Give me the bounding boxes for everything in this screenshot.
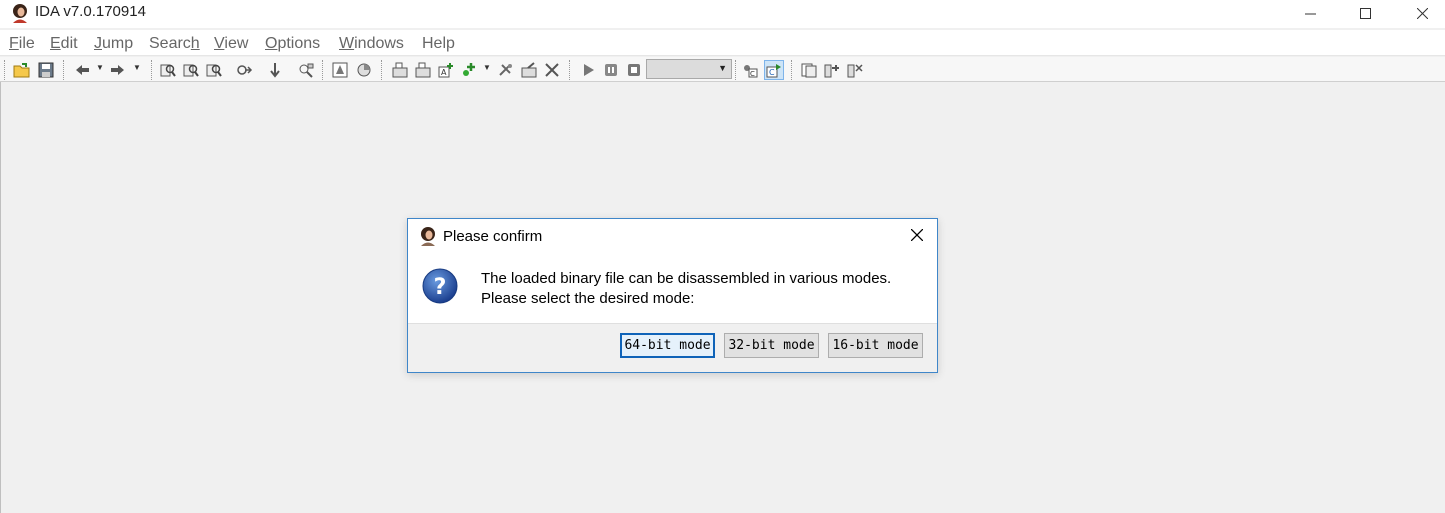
view-graph-icon[interactable] bbox=[296, 60, 316, 80]
svg-text:C: C bbox=[769, 68, 775, 77]
title-bar: IDA v7.0.170914 bbox=[0, 0, 1445, 28]
debugger-icon[interactable]: C bbox=[740, 60, 760, 80]
attach-icon[interactable] bbox=[822, 60, 842, 80]
toolbar-separator bbox=[735, 60, 737, 80]
dialog-close-button[interactable] bbox=[907, 225, 927, 245]
minimize-button[interactable] bbox=[1287, 0, 1333, 26]
jump-down-icon[interactable] bbox=[265, 60, 285, 80]
add-enum-icon[interactable] bbox=[496, 60, 516, 80]
svg-text:?: ? bbox=[434, 275, 447, 300]
add-segment-icon[interactable]: A bbox=[436, 60, 456, 80]
toolbar-separator bbox=[322, 60, 324, 80]
debugger-select[interactable]: ▼ bbox=[646, 59, 732, 79]
menu-help[interactable]: Help bbox=[422, 35, 455, 53]
menu-bar: File Edit Jump Search View Options Windo… bbox=[0, 30, 1445, 56]
stack-icon[interactable] bbox=[390, 60, 410, 80]
dialog-title: Please confirm bbox=[443, 228, 543, 245]
maximize-button[interactable] bbox=[1342, 0, 1388, 26]
16-bit-mode-button[interactable]: 16-bit mode bbox=[828, 333, 923, 358]
save-icon[interactable] bbox=[36, 60, 56, 80]
menu-view[interactable]: View bbox=[214, 35, 248, 53]
toolbar-separator bbox=[569, 60, 571, 80]
menu-file[interactable]: File bbox=[9, 35, 35, 53]
confirm-dialog: Please confirm ? The loaded binary file … bbox=[407, 218, 938, 373]
workspace-border bbox=[0, 82, 2, 513]
question-icon: ? bbox=[422, 268, 458, 304]
minimize-icon bbox=[1304, 13, 1316, 14]
back-arrow-icon[interactable] bbox=[72, 60, 92, 80]
code-c-icon[interactable]: C bbox=[764, 60, 784, 80]
window-title: IDA v7.0.170914 bbox=[35, 3, 146, 20]
dialog-message-line1: The loaded binary file can be disassembl… bbox=[481, 270, 892, 287]
back-dropdown-icon[interactable]: ▼ bbox=[96, 63, 104, 72]
add-struct-icon[interactable] bbox=[459, 60, 479, 80]
chevron-down-icon: ▼ bbox=[718, 63, 727, 73]
binary-search-icon[interactable] bbox=[158, 60, 178, 80]
copy-icon[interactable] bbox=[799, 60, 819, 80]
toolbar-grip bbox=[4, 60, 6, 80]
menu-options[interactable]: Options bbox=[265, 35, 320, 53]
toolbar: ▼ ▼ A ▼ ▼ C C bbox=[0, 57, 1445, 82]
stop-icon[interactable] bbox=[624, 60, 644, 80]
detach-icon[interactable] bbox=[845, 60, 865, 80]
close-icon bbox=[911, 229, 923, 241]
ida-logo-icon bbox=[421, 227, 435, 246]
svg-text:C: C bbox=[750, 70, 755, 78]
32-bit-mode-button[interactable]: 32-bit mode bbox=[724, 333, 819, 358]
menu-edit[interactable]: Edit bbox=[50, 35, 78, 53]
open-folder-icon[interactable] bbox=[12, 60, 32, 80]
flow-chart-icon[interactable] bbox=[330, 60, 350, 80]
menu-jump[interactable]: Jump bbox=[94, 35, 133, 53]
pause-icon[interactable] bbox=[601, 60, 621, 80]
ida-logo-icon bbox=[13, 4, 27, 23]
dialog-message-line2: Please select the desired mode: bbox=[481, 290, 695, 307]
play-icon[interactable] bbox=[578, 60, 598, 80]
toolbar-separator bbox=[791, 60, 793, 80]
close-window-button[interactable] bbox=[1399, 0, 1445, 26]
svg-text:A: A bbox=[441, 68, 447, 77]
hex-icon[interactable] bbox=[413, 60, 433, 80]
maximize-icon bbox=[1359, 7, 1371, 19]
toolbar-separator bbox=[381, 60, 383, 80]
forward-dropdown-icon[interactable]: ▼ bbox=[133, 63, 141, 72]
toolbar-separator bbox=[63, 60, 65, 80]
forward-arrow-icon[interactable] bbox=[108, 60, 128, 80]
toolbar-separator bbox=[151, 60, 153, 80]
menu-search[interactable]: Search bbox=[149, 35, 200, 53]
add-struct-dropdown-icon[interactable]: ▼ bbox=[483, 63, 491, 72]
immediate-search-icon[interactable] bbox=[204, 60, 224, 80]
overview-icon[interactable] bbox=[354, 60, 374, 80]
delete-icon[interactable] bbox=[542, 60, 562, 80]
jump-next-icon[interactable] bbox=[234, 60, 254, 80]
menu-windows[interactable]: Windows bbox=[339, 35, 404, 53]
patch-icon[interactable] bbox=[519, 60, 539, 80]
text-search-icon[interactable] bbox=[181, 60, 201, 80]
64-bit-mode-button[interactable]: 64-bit mode bbox=[620, 333, 715, 358]
dialog-footer: 64-bit mode 32-bit mode 16-bit mode bbox=[408, 323, 937, 372]
close-icon bbox=[1416, 7, 1428, 19]
